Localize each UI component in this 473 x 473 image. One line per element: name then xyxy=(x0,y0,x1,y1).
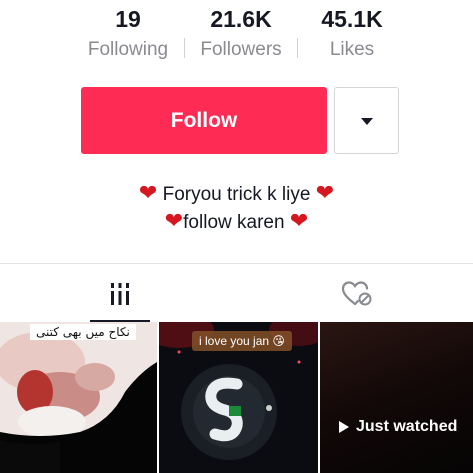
stat-divider xyxy=(297,38,298,58)
likes-label: Likes xyxy=(329,39,375,60)
tab-liked[interactable] xyxy=(240,264,473,323)
profile-stats: 19 Following 21.6K Followers 45.1K Likes xyxy=(0,0,473,70)
video-grid: نکاح میں بھی کتنی i love you jan 😘 Just … xyxy=(0,322,473,473)
video-thumbnail-image xyxy=(0,322,157,473)
following-label: Following xyxy=(87,39,169,60)
just-watched-overlay: Just watched xyxy=(338,418,457,436)
following-count: 19 xyxy=(115,6,141,32)
video-thumbnail[interactable]: Just watched xyxy=(320,322,473,473)
red-heart-icon: ❤ xyxy=(138,180,158,205)
suggested-accounts-dropdown-button[interactable] xyxy=(334,87,399,154)
followers-stat[interactable]: 21.6K Followers xyxy=(192,4,290,64)
video-thumbnail[interactable]: نکاح میں بھی کتنی xyxy=(0,322,157,473)
following-stat[interactable]: 19 Following xyxy=(80,4,176,64)
video-caption: i love you jan 😘 xyxy=(192,331,292,351)
red-heart-icon: ❤ xyxy=(164,208,184,233)
bio-line-2: ❤follow karen ❤ xyxy=(0,208,473,236)
video-caption: نکاح میں بھی کتنی xyxy=(30,324,136,340)
likes-count: 45.1K xyxy=(321,6,383,32)
red-heart-icon: ❤ xyxy=(289,208,309,233)
bio-line-1: ❤ Foryou trick k liye ❤ xyxy=(0,180,473,208)
bio-text-2: follow karen xyxy=(183,212,285,233)
followers-label: Followers xyxy=(200,39,282,60)
play-icon xyxy=(339,421,349,433)
followers-count: 21.6K xyxy=(210,6,272,32)
just-watched-label: Just watched xyxy=(356,418,458,435)
tab-videos[interactable] xyxy=(0,264,240,323)
bio-text-1: Foryou trick k liye xyxy=(162,184,311,205)
likes-stat[interactable]: 45.1K Likes xyxy=(306,4,398,64)
hidden-heart-icon xyxy=(341,280,371,305)
red-heart-icon: ❤ xyxy=(315,180,335,205)
profile-bio: ❤ Foryou trick k liye ❤ ❤follow karen ❤ xyxy=(0,180,473,236)
follow-button[interactable]: Follow xyxy=(81,87,327,154)
stat-divider xyxy=(184,38,185,58)
profile-tabs xyxy=(0,263,473,322)
video-thumbnail[interactable]: i love you jan 😘 xyxy=(159,322,318,473)
grid-columns-icon xyxy=(111,282,129,305)
caret-down-icon xyxy=(360,117,373,125)
